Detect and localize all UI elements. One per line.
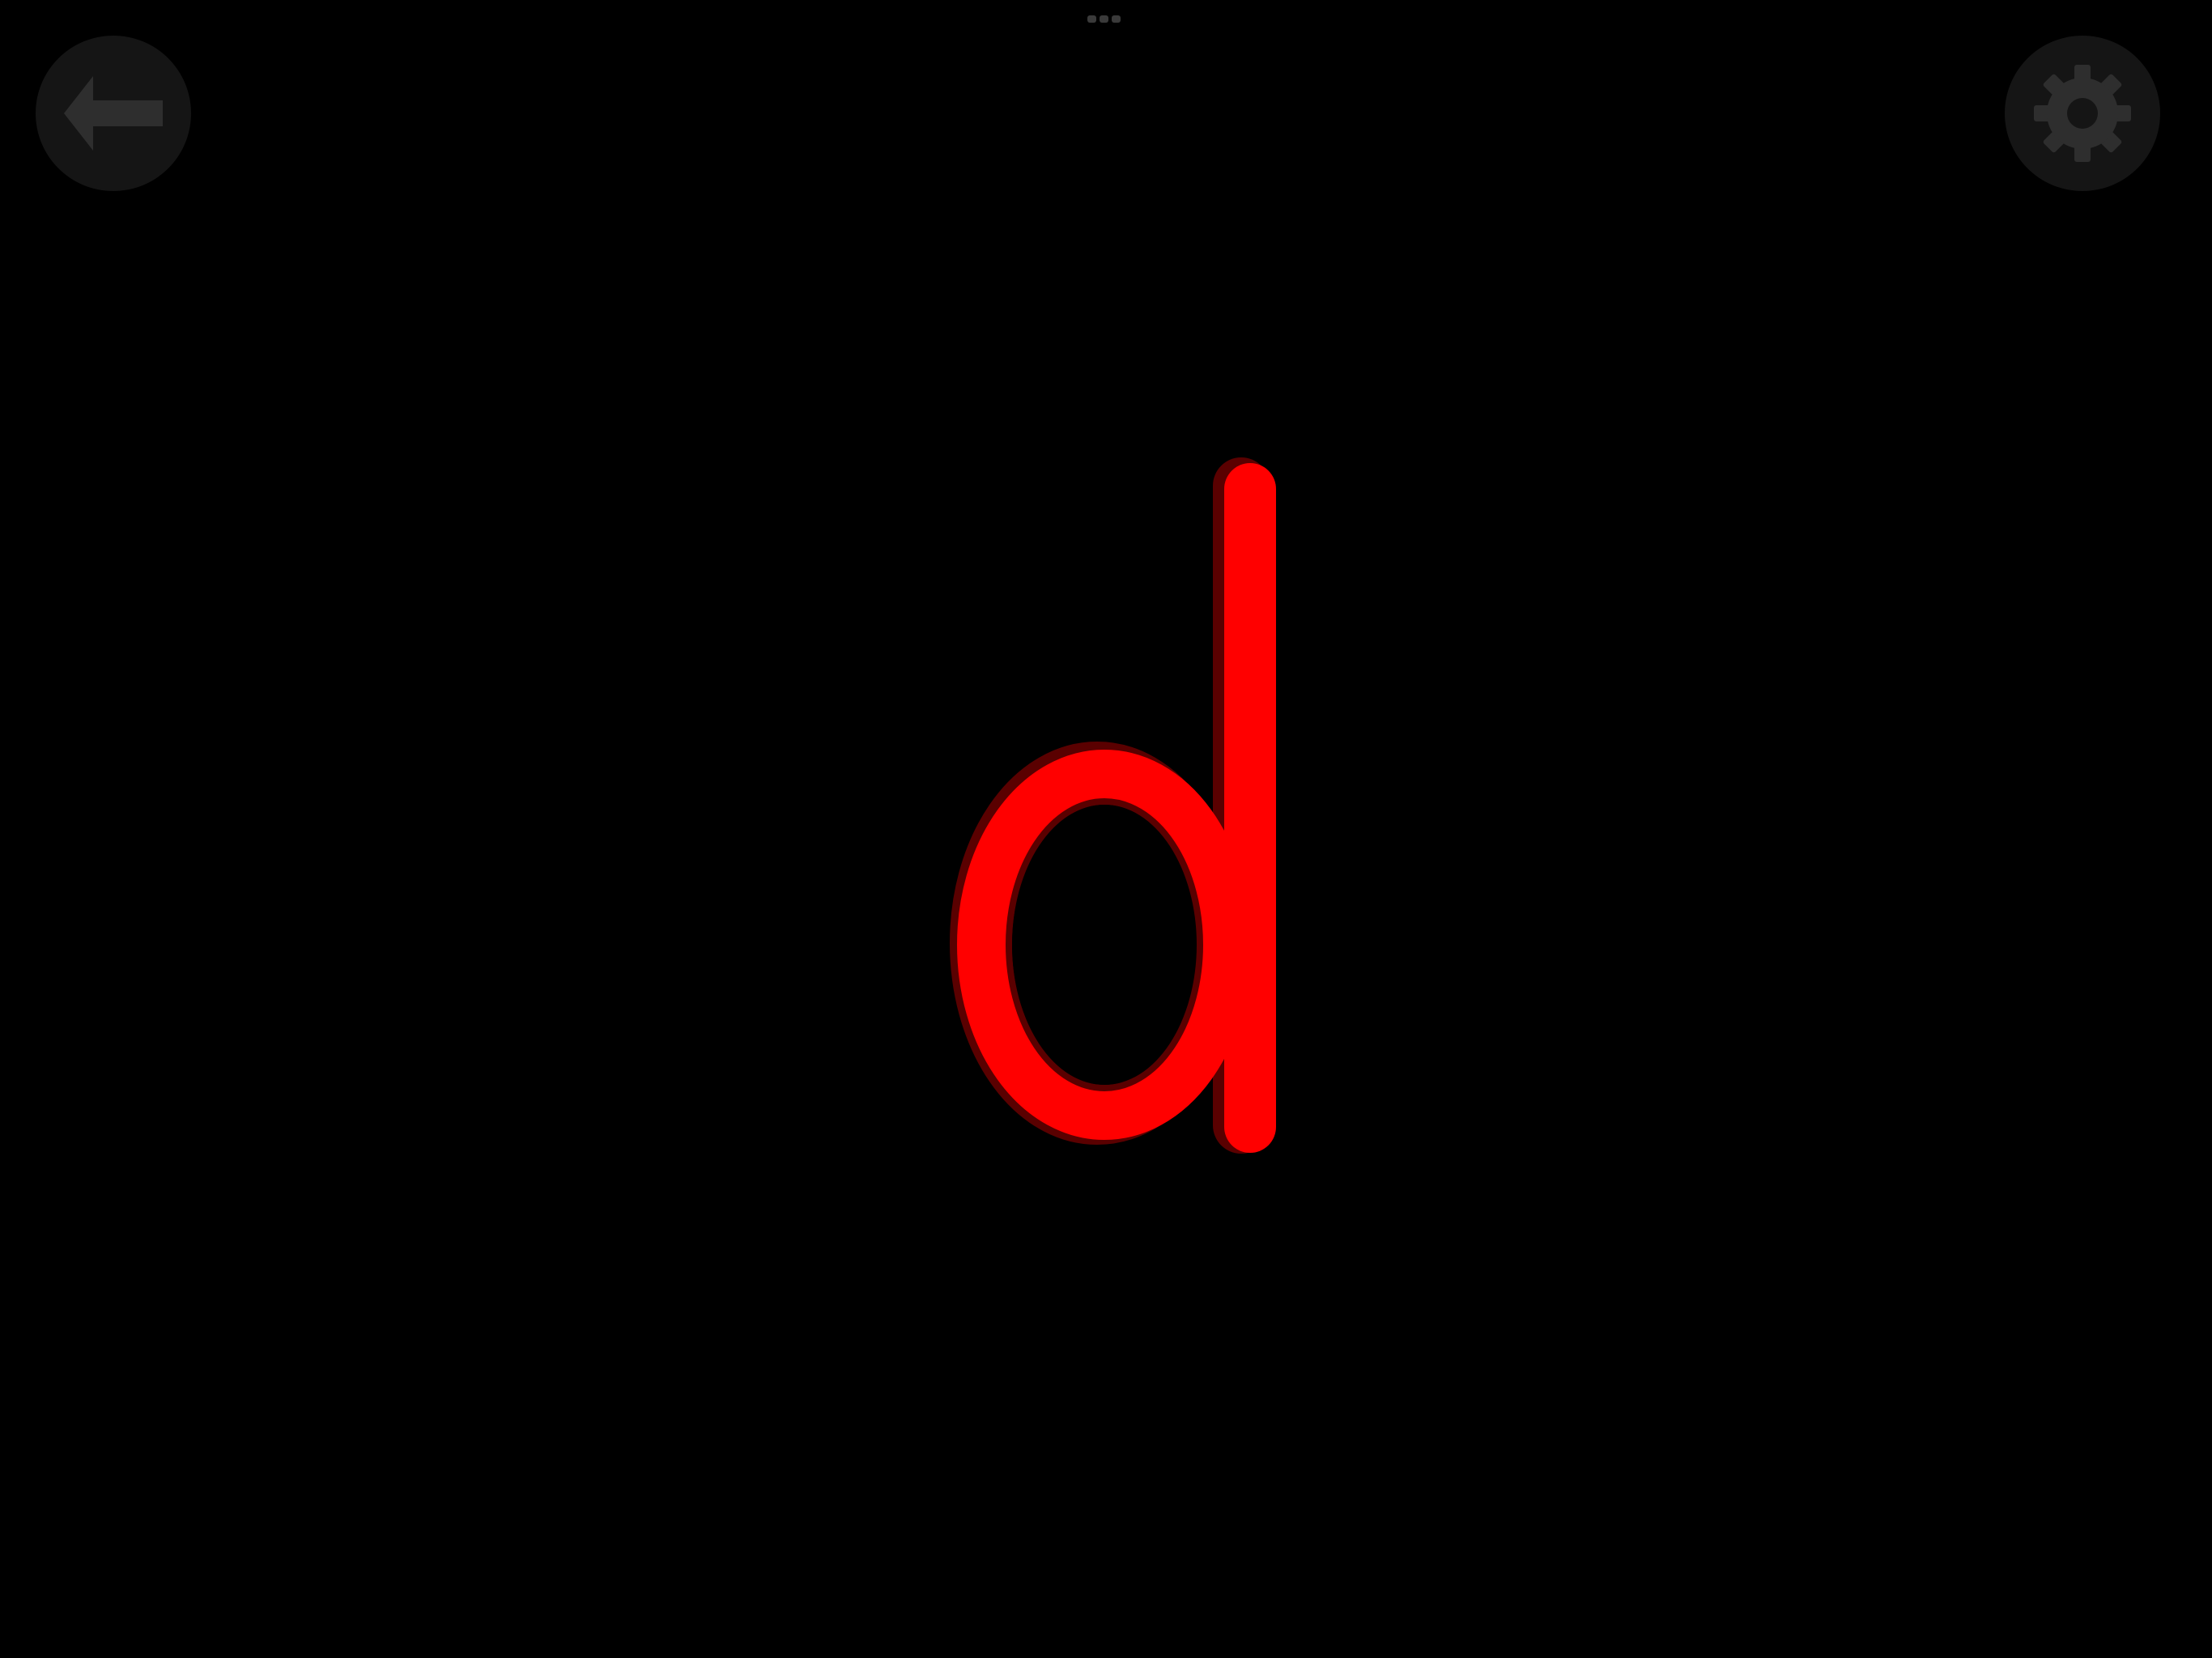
back-button[interactable] (36, 36, 191, 191)
arrow-left-icon (64, 76, 163, 151)
letter-d-glyph (950, 457, 1276, 1154)
settings-button[interactable] (2005, 36, 2160, 191)
multitask-dot (1112, 15, 1121, 23)
letter-practice-screen (0, 0, 2212, 1658)
multitask-dot (1100, 15, 1108, 23)
multitask-indicator[interactable] (1087, 15, 1121, 23)
letter-trace-area[interactable] (891, 453, 1312, 1166)
multitask-dot (1087, 15, 1096, 23)
gear-icon (2032, 63, 2133, 164)
